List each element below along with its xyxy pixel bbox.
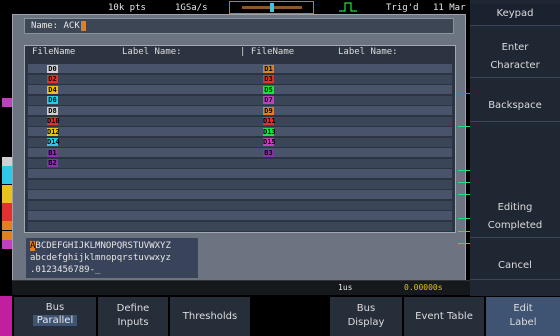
channel-marker <box>2 221 12 230</box>
channel-marker <box>2 166 12 175</box>
header-label-right: Label Name: <box>338 47 398 57</box>
channel-chip: D12 <box>47 127 60 136</box>
trace-marker <box>458 93 470 94</box>
channel-chip: B2 <box>47 159 58 167</box>
table-row[interactable] <box>28 74 452 84</box>
text-caret <box>80 20 86 31</box>
timebase-bar <box>12 280 470 295</box>
enter-character-button[interactable]: Enter Character <box>470 36 560 78</box>
channel-chip: D1 <box>263 64 274 73</box>
bus-display-button[interactable]: Bus Display <box>330 297 402 336</box>
label-name-text: Name: ACK <box>31 21 80 31</box>
table-row[interactable] <box>28 106 452 115</box>
table-row[interactable] <box>28 200 452 210</box>
trigger-status: Trig'd <box>386 3 419 13</box>
backspace-button[interactable]: Backspace <box>470 96 560 122</box>
character-set-keypad[interactable]: ABCDEFGHIJKLMNOPQRSTUVWXYZ abcdefghijklm… <box>26 238 198 278</box>
channel-chip: D10 <box>47 117 60 125</box>
channel-chip: D13 <box>263 127 276 136</box>
cancel-button[interactable]: Cancel <box>470 256 560 280</box>
table-row[interactable] <box>28 116 452 126</box>
channel-chip: D5 <box>263 85 274 94</box>
table-row[interactable] <box>28 95 452 105</box>
channel-chip: B1 <box>47 148 58 157</box>
date-display: 11 Mar <box>433 3 466 13</box>
thresholds-button[interactable]: Thresholds <box>170 297 250 336</box>
table-row[interactable] <box>28 221 452 231</box>
editing-completed-button[interactable]: Editing Completed <box>470 196 560 238</box>
channel-chip: D7 <box>263 96 274 104</box>
channel-marker <box>2 194 12 203</box>
trace-marker <box>458 170 470 171</box>
trace-marker <box>458 243 470 244</box>
table-row[interactable] <box>28 64 452 73</box>
channel-chip: D2 <box>47 75 58 83</box>
channel-marker <box>2 203 12 212</box>
table-row[interactable] <box>28 158 452 168</box>
channel-marker <box>2 157 12 166</box>
channel-chip: D4 <box>47 85 58 94</box>
bus-indicator-tab <box>0 296 12 336</box>
channel-chip: D11 <box>263 117 276 125</box>
table-row[interactable] <box>28 179 452 189</box>
channel-marker <box>2 212 12 221</box>
timebase-value: 1us <box>338 283 353 292</box>
header-filename-right: | FileName <box>240 47 295 57</box>
charset-line-3: .0123456789-_ <box>30 265 101 275</box>
table-row[interactable] <box>28 190 452 199</box>
channel-chip: D14 <box>47 138 60 146</box>
table-row[interactable] <box>28 169 452 178</box>
channel-marker <box>2 240 12 249</box>
channel-chip: D6 <box>47 96 58 104</box>
channel-marker <box>2 175 12 184</box>
table-row[interactable] <box>28 211 452 220</box>
channel-marker <box>2 231 12 240</box>
define-inputs-button[interactable]: Define Inputs <box>98 297 168 336</box>
record-length: 10k pts <box>108 3 146 13</box>
table-row[interactable] <box>28 85 452 94</box>
channel-marker <box>2 98 12 107</box>
time-offset: 0.00000s <box>404 283 443 292</box>
channel-chip: D0 <box>47 64 58 73</box>
trace-marker <box>458 231 470 232</box>
label-name-input[interactable]: Name: ACK <box>24 18 454 34</box>
table-row[interactable] <box>28 127 452 136</box>
sample-rate: 1GSa/s <box>175 3 208 13</box>
channel-chip: B3 <box>263 148 274 157</box>
event-table-button[interactable]: Event Table <box>404 297 484 336</box>
table-row[interactable] <box>28 148 452 157</box>
channel-chip: D9 <box>263 106 274 115</box>
header-label-left: Label Name: <box>122 47 182 57</box>
charset-line-1: ABCDEFGHIJKLMNOPQRSTUVWXYZ <box>30 241 171 251</box>
trace-marker <box>458 218 470 219</box>
bus-button[interactable]: Bus Parallel <box>14 297 96 336</box>
header-filename-left: FileName <box>32 47 76 57</box>
trace-marker <box>458 126 470 127</box>
trace-marker <box>458 194 470 195</box>
channel-marker <box>2 185 12 194</box>
edit-label-button[interactable]: Edit Label <box>486 297 560 336</box>
channel-chip: D3 <box>263 75 274 83</box>
charset-line-2: abcdefghijklmnopqrstuvwxyz <box>30 253 171 263</box>
memory-bar <box>229 1 314 14</box>
trace-marker <box>458 182 470 183</box>
channel-chip: D8 <box>47 106 58 115</box>
table-row[interactable] <box>28 137 452 147</box>
bus-value: Parallel <box>32 315 78 326</box>
trigger-edge-icon <box>339 2 357 12</box>
channel-chip: D15 <box>263 138 276 146</box>
keypad-title: Keypad <box>470 4 560 26</box>
